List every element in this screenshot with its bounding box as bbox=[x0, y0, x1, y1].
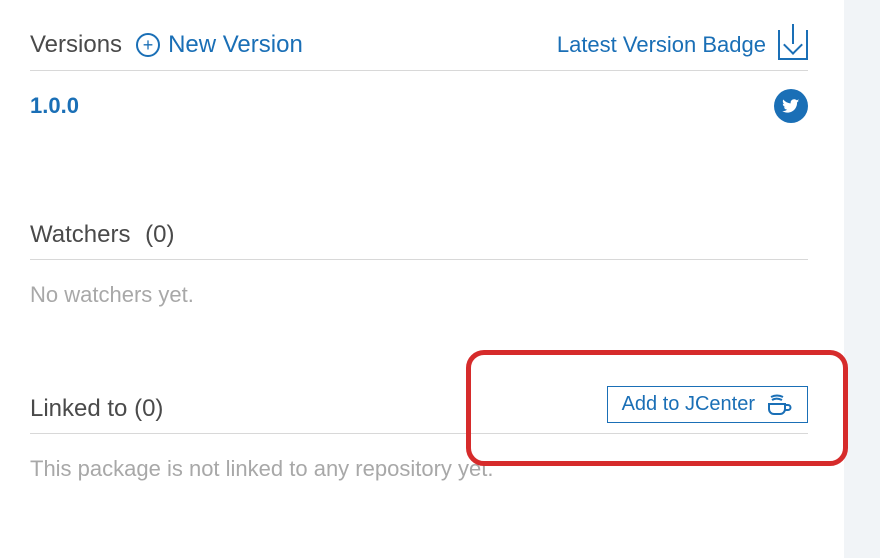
main-panel: Versions + New Version Latest Version Ba… bbox=[0, 0, 838, 482]
twitter-share-button[interactable] bbox=[774, 89, 808, 123]
version-link[interactable]: 1.0.0 bbox=[30, 93, 79, 119]
twitter-icon bbox=[782, 97, 800, 115]
new-version-label: New Version bbox=[168, 31, 303, 59]
watchers-header: Watchers (0) bbox=[30, 221, 808, 260]
version-row: 1.0.0 bbox=[30, 71, 808, 141]
latest-version-badge-link[interactable]: Latest Version Badge bbox=[557, 30, 808, 60]
latest-version-badge-label: Latest Version Badge bbox=[557, 32, 766, 58]
download-icon bbox=[778, 30, 808, 60]
linked-to-empty-text: This package is not linked to any reposi… bbox=[30, 434, 808, 482]
versions-header: Versions + New Version Latest Version Ba… bbox=[30, 30, 808, 71]
watchers-section: Watchers (0) No watchers yet. bbox=[30, 221, 808, 308]
linked-to-section: Linked to (0) Add to JCenter This packag… bbox=[30, 386, 808, 482]
linked-to-heading: Linked to (0) bbox=[30, 395, 163, 423]
versions-heading: Versions bbox=[30, 31, 122, 59]
linked-to-header: Linked to (0) Add to JCenter bbox=[30, 386, 808, 434]
watchers-count: (0) bbox=[145, 221, 174, 248]
linked-to-count: (0) bbox=[134, 395, 163, 422]
coffee-cup-icon bbox=[765, 394, 793, 416]
add-to-jcenter-label: Add to JCenter bbox=[622, 393, 755, 416]
watchers-heading: Watchers bbox=[30, 221, 130, 248]
watchers-empty-text: No watchers yet. bbox=[30, 260, 808, 308]
plus-circle-icon: + bbox=[136, 33, 160, 57]
add-to-jcenter-button[interactable]: Add to JCenter bbox=[607, 386, 808, 423]
new-version-button[interactable]: + New Version bbox=[136, 31, 303, 59]
side-gutter bbox=[844, 0, 880, 558]
